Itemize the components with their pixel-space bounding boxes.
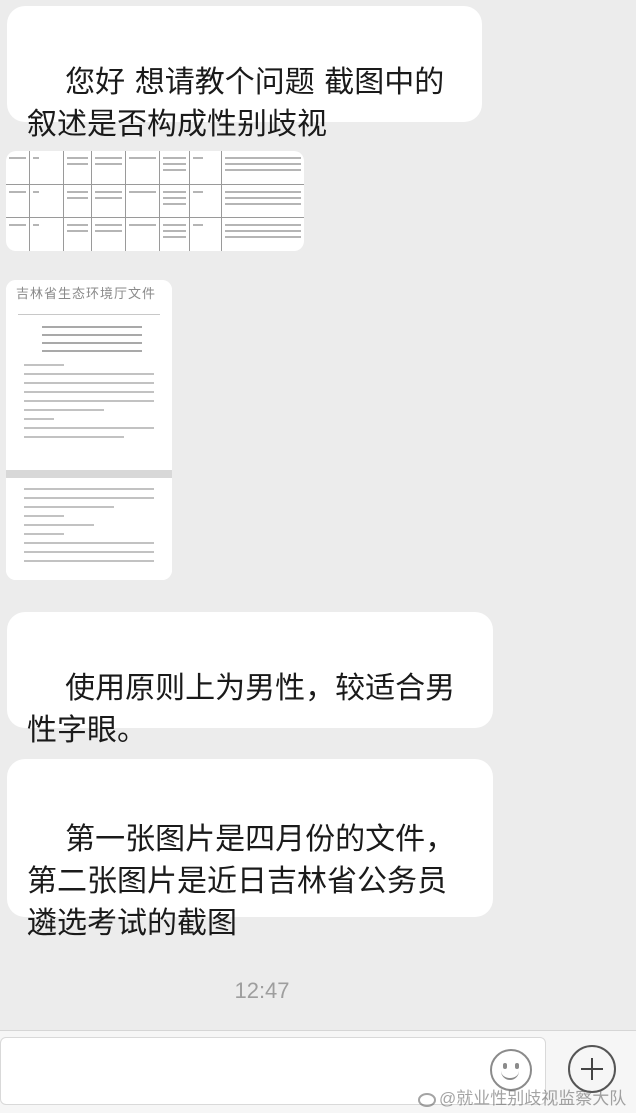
- table-row: [6, 218, 304, 251]
- image-message-document[interactable]: 吉林省生态环境厅文件: [6, 280, 172, 580]
- message-bubble[interactable]: 您好 想请教个问题 截图中的叙述是否构成性别歧视: [7, 6, 482, 142]
- message-timestamp: 12:47: [234, 978, 290, 1003]
- message-text: 您好 想请教个问题 截图中的叙述是否构成性别歧视: [27, 65, 445, 142]
- message-bubble[interactable]: 使用原则上为男性，较适合男性字眼。: [7, 612, 493, 748]
- table-screenshot: [6, 151, 304, 251]
- chat-area: 您好 想请教个问题 截图中的叙述是否构成性别歧视 吉林省生态环境厅文件 使用原则…: [0, 0, 636, 1030]
- table-row: [6, 184, 304, 219]
- message-bubble[interactable]: 第一张图片是四月份的文件，第二张图片是近日吉林省公务员遴选考试的截图: [7, 759, 493, 941]
- document-screenshot: 吉林省生态环境厅文件: [6, 280, 172, 580]
- message-text: 使用原则上为男性，较适合男性字眼。: [27, 671, 456, 748]
- weibo-icon: [418, 1092, 436, 1107]
- message-text: 第一张图片是四月份的文件，第二张图片是近日吉林省公务员遴选考试的截图: [27, 822, 456, 941]
- watermark: @就业性别歧视监察大队: [418, 1084, 626, 1109]
- document-page: 吉林省生态环境厅文件: [6, 280, 172, 470]
- table-row: [6, 151, 304, 185]
- image-message-table[interactable]: [6, 151, 304, 251]
- document-page: [6, 478, 172, 580]
- document-header: 吉林省生态环境厅文件: [16, 287, 157, 302]
- watermark-text: @就业性别歧视监察大队: [439, 1089, 627, 1108]
